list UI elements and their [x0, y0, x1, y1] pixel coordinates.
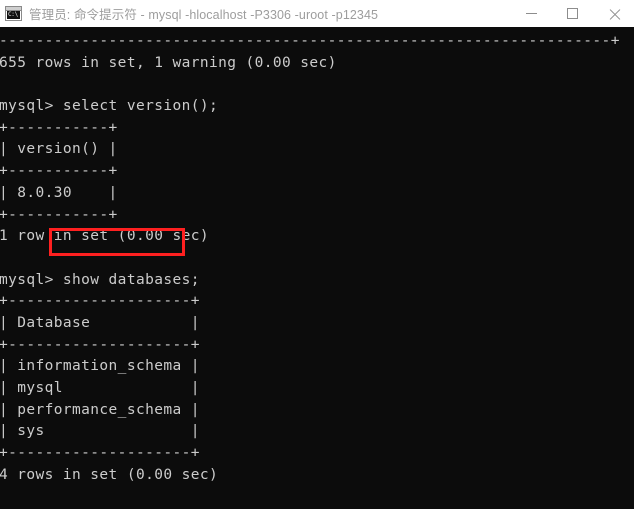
- terminal-line: mysql> select version();: [0, 98, 219, 115]
- maximize-button[interactable]: [552, 0, 593, 27]
- terminal-line: +--------------------+: [0, 293, 200, 310]
- terminal-line: | version() |: [0, 141, 118, 158]
- icon-prompt-glyph: C:\: [7, 11, 20, 19]
- terminal-line: | 8.0.30 |: [0, 184, 118, 201]
- close-icon: [608, 8, 620, 20]
- close-button[interactable]: [593, 0, 634, 27]
- window-title: 管理员: 命令提示符 - mysql -hlocalhost -P3306 -u…: [29, 8, 379, 22]
- terminal-output: ----------------------------------------…: [0, 31, 634, 509]
- terminal-line: +-----------+: [0, 206, 118, 223]
- command-prompt-icon: C:\: [5, 6, 22, 21]
- terminal-line: +-----------+: [0, 119, 118, 136]
- minimize-icon: [526, 13, 537, 14]
- terminal-line: 1 row in set (0.00 sec): [0, 228, 209, 245]
- terminal-screen[interactable]: ----------------------------------------…: [0, 27, 634, 509]
- terminal-line: | Database |: [0, 314, 200, 331]
- window-controls: [511, 0, 634, 27]
- terminal-line: | performance_schema |: [0, 401, 200, 418]
- minimize-button[interactable]: [511, 0, 552, 27]
- terminal-line: 4 rows in set (0.00 sec): [0, 466, 219, 483]
- command-prompt-window: C:\ 管理员: 命令提示符 - mysql -hlocalhost -P330…: [0, 0, 634, 509]
- terminal-line: +--------------------+: [0, 445, 200, 462]
- maximize-icon: [567, 8, 578, 19]
- terminal-line: +--------------------+: [0, 336, 200, 353]
- window-titlebar[interactable]: C:\ 管理员: 命令提示符 - mysql -hlocalhost -P330…: [0, 0, 634, 27]
- terminal-line: | mysql |: [0, 380, 200, 396]
- terminal-line: mysql> show databases;: [0, 271, 200, 288]
- terminal-line: | information_schema |: [0, 358, 200, 375]
- terminal-line: 655 rows in set, 1 warning (0.00 sec): [0, 54, 337, 71]
- terminal-line: +-----------+: [0, 163, 118, 180]
- terminal-line: | sys |: [0, 423, 200, 440]
- terminal-line: ----------------------------------------…: [0, 33, 620, 49]
